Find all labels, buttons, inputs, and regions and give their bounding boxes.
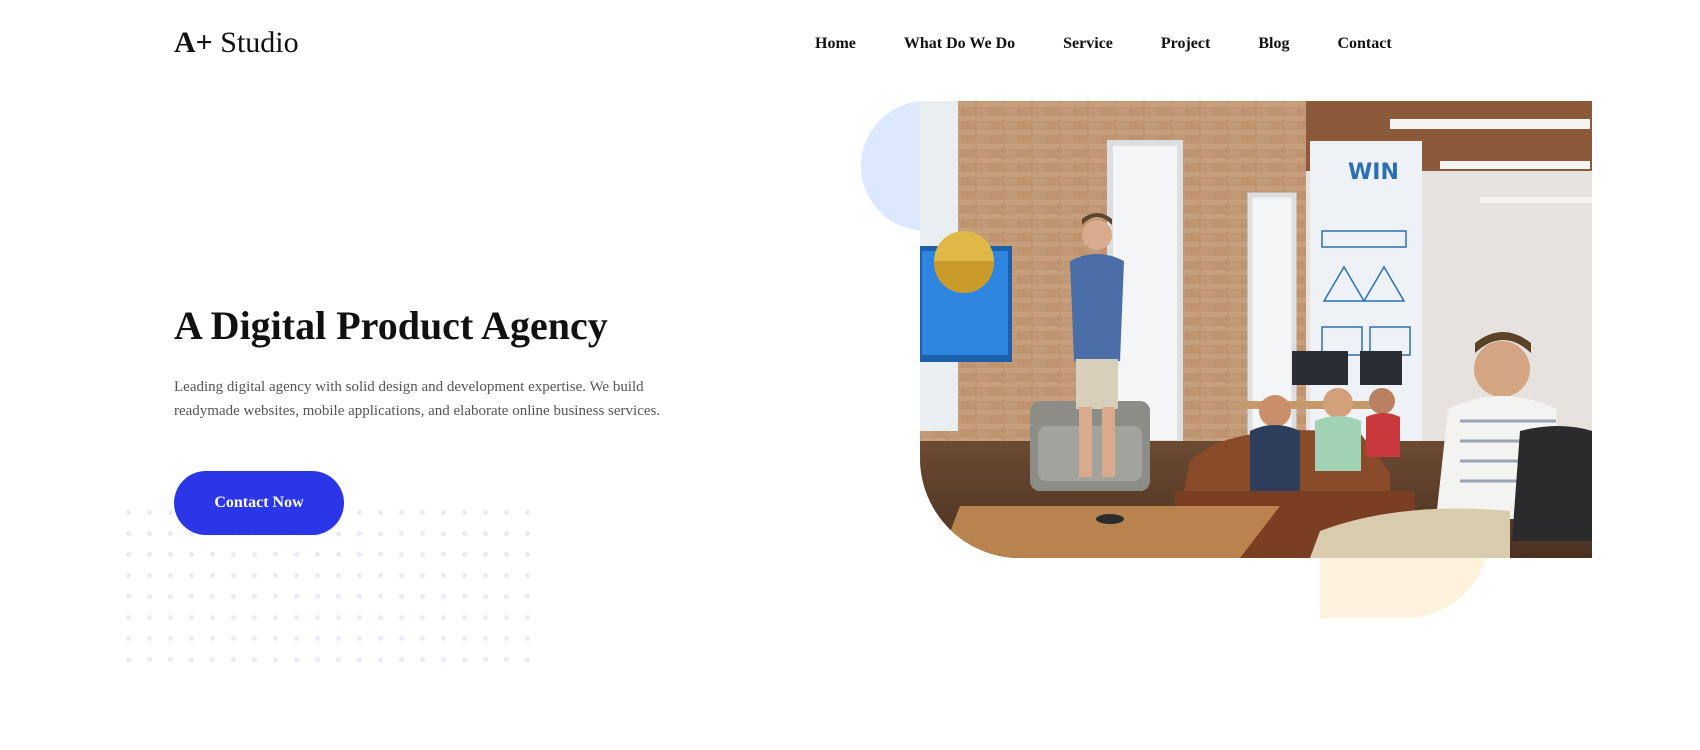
- hero-description: Leading digital agency with solid design…: [174, 379, 661, 419]
- hero-office-photo: WIN: [920, 101, 1592, 558]
- wall-win-text: WIN: [1348, 160, 1399, 185]
- nav-home[interactable]: Home: [815, 35, 856, 53]
- nav-project[interactable]: Project: [1161, 35, 1210, 53]
- brand-logo-text: Studio: [212, 26, 299, 59]
- nav-service[interactable]: Service: [1063, 35, 1113, 53]
- nav-contact[interactable]: Contact: [1337, 35, 1391, 53]
- nav-what-do-we-do[interactable]: What Do We Do: [904, 35, 1015, 53]
- brand-logo[interactable]: A+ Studio: [174, 26, 299, 60]
- brand-logo-mark: A+: [174, 26, 213, 59]
- main-nav: Home What Do We Do Service Project Blog …: [815, 35, 1392, 53]
- contact-now-button[interactable]: Contact Now: [174, 471, 344, 535]
- nav-blog[interactable]: Blog: [1258, 35, 1289, 53]
- hero-title: A Digital Product Agency: [174, 303, 608, 348]
